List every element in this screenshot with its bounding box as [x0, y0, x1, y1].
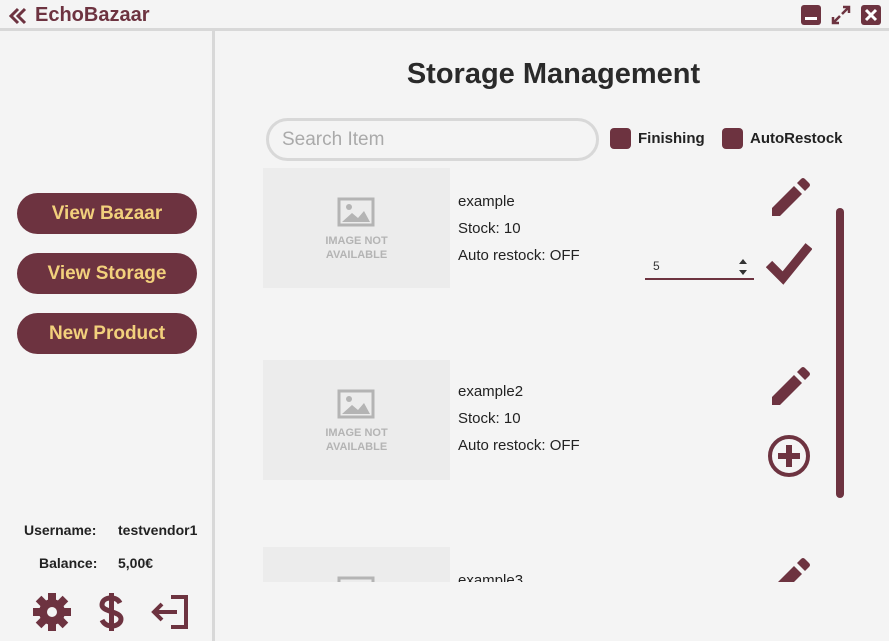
balance-label: Balance:	[39, 555, 98, 571]
item-stock: Stock: 10	[458, 410, 521, 427]
check-icon[interactable]	[766, 240, 812, 286]
list-item: example3	[218, 547, 889, 582]
autorestock-label: AutoRestock	[750, 130, 843, 147]
pencil-icon[interactable]	[766, 174, 810, 218]
view-storage-button[interactable]: View Storage	[17, 253, 197, 294]
minimize-icon[interactable]	[801, 5, 821, 25]
item-name: example	[458, 193, 515, 210]
image-icon	[337, 197, 375, 227]
item-image: IMAGE NOT AVAILABLE	[263, 360, 450, 480]
page-title: Storage Management	[406, 58, 701, 90]
pencil-icon[interactable]	[766, 554, 810, 582]
close-icon[interactable]	[861, 5, 881, 25]
item-name: example2	[458, 383, 524, 400]
maximize-icon[interactable]	[831, 5, 851, 25]
sidebar: View Bazaar View Storage New Product Use…	[0, 31, 215, 641]
balance-value: 5,00€	[118, 555, 154, 571]
autorestock-checkbox[interactable]	[722, 128, 743, 149]
image-placeholder-text: IMAGE NOT AVAILABLE	[325, 427, 388, 453]
image-icon	[337, 576, 375, 582]
app-title: EchoBazaar	[35, 4, 150, 26]
dollar-icon[interactable]	[92, 592, 132, 632]
pencil-icon[interactable]	[766, 363, 810, 407]
list-item: IMAGE NOT AVAILABLE example2 Stock: 10 A…	[218, 360, 889, 480]
stepper-value: 5	[653, 259, 660, 273]
item-auto-restock: Auto restock: OFF	[458, 437, 580, 454]
add-circle-icon[interactable]	[766, 433, 812, 479]
title-bar: EchoBazaar	[0, 0, 889, 31]
username-label: Username:	[24, 522, 97, 538]
restock-quantity-stepper[interactable]: 5	[645, 254, 754, 280]
list-item: IMAGE NOT AVAILABLE example Stock: 10 Au…	[218, 168, 889, 288]
double-chevron-left-icon[interactable]	[7, 5, 29, 27]
item-image	[263, 547, 450, 582]
logout-icon[interactable]	[151, 592, 191, 632]
new-product-button[interactable]: New Product	[17, 313, 197, 354]
finishing-label: Finishing	[638, 130, 705, 147]
stepper-arrows-icon[interactable]	[738, 256, 748, 278]
search-input[interactable]	[266, 118, 599, 161]
item-image: IMAGE NOT AVAILABLE	[263, 168, 450, 288]
storage-list: IMAGE NOT AVAILABLE example Stock: 10 Au…	[218, 167, 889, 582]
item-name: example3	[458, 572, 524, 582]
view-bazaar-button[interactable]: View Bazaar	[17, 193, 197, 234]
gear-icon[interactable]	[32, 592, 72, 632]
image-icon	[337, 389, 375, 419]
username-value: testvendor1	[118, 522, 198, 538]
scrollbar[interactable]	[836, 208, 844, 498]
item-stock: Stock: 10	[458, 220, 521, 237]
image-placeholder-text: IMAGE NOT AVAILABLE	[325, 235, 388, 261]
finishing-checkbox[interactable]	[610, 128, 631, 149]
item-auto-restock: Auto restock: OFF	[458, 247, 580, 264]
